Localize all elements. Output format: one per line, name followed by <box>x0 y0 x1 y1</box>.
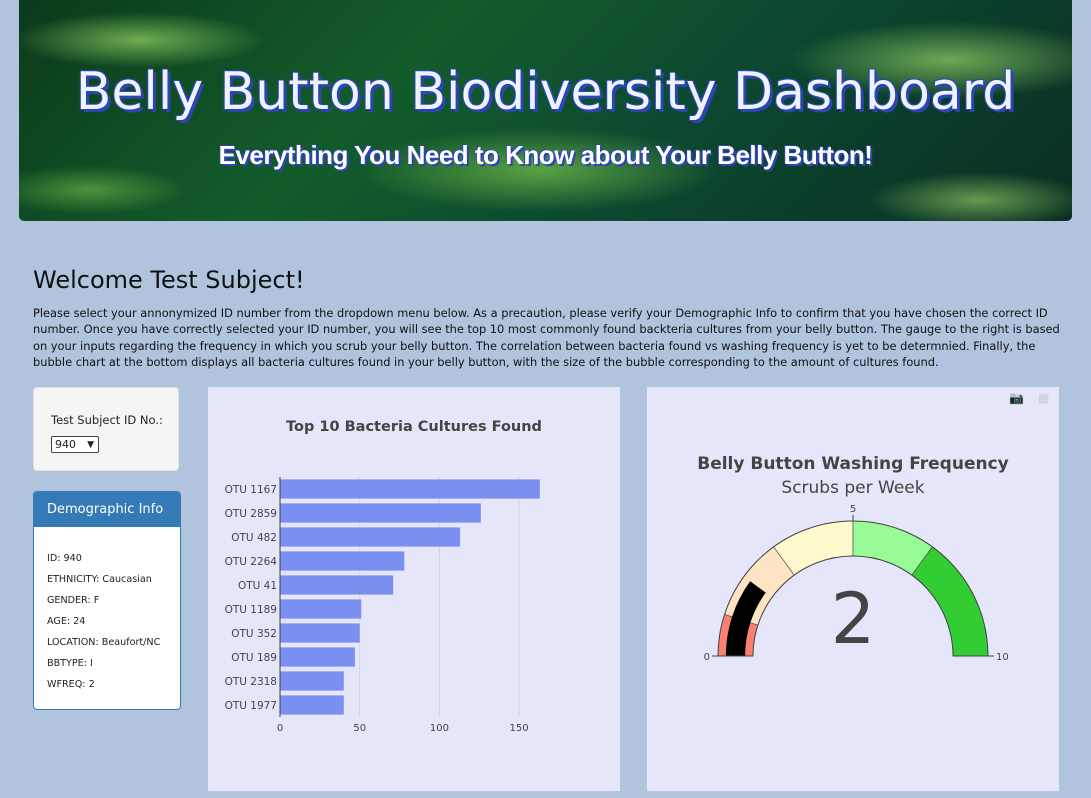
y-tick-label: OTU 2859 <box>225 508 277 520</box>
bar <box>280 503 481 523</box>
intro-paragraph: Please select your annonymized ID number… <box>33 306 1060 369</box>
chart-title: Top 10 Bacteria Cultures Found <box>286 419 542 435</box>
welcome-heading: Welcome Test Subject! <box>33 266 305 294</box>
camera-icon[interactable]: 📷 <box>1009 391 1024 405</box>
y-tick-label: OTU 41 <box>238 580 277 592</box>
bar <box>280 527 461 547</box>
gauge-tick-label: 5 <box>850 504 856 515</box>
demo-row-location: LOCATION: Beaufort/NC <box>47 637 161 648</box>
gauge-chart: Belly Button Washing Frequency Scrubs per… <box>697 454 1009 663</box>
bar <box>280 695 344 715</box>
x-tick-label: 50 <box>353 723 366 734</box>
bar <box>280 671 344 691</box>
demographic-info-heading: Demographic Info <box>34 492 180 527</box>
header-banner: Belly Button Biodiversity Dashboard Ever… <box>19 0 1072 221</box>
y-tick-label: OTU 1189 <box>225 604 277 616</box>
x-tick-label: 150 <box>510 723 529 734</box>
y-tick-label: OTU 482 <box>231 532 277 544</box>
bar <box>280 623 360 643</box>
demo-row-age: AGE: 24 <box>47 616 86 627</box>
selected-id-value: 940 <box>55 438 76 451</box>
dashboard-title: Belly Button Biodiversity Dashboard <box>75 62 1016 122</box>
demo-row-ethnicity: ETHNICITY: Caucasian <box>47 574 152 585</box>
x-tick-label: 0 <box>277 723 283 734</box>
subject-id-label: Test Subject ID No.: <box>51 413 163 427</box>
gauge-tick-label: 0 <box>704 652 710 663</box>
y-tick-label: OTU 2264 <box>225 556 278 568</box>
y-tick-label: OTU 352 <box>231 628 277 640</box>
bar-chart: Top 10 Bacteria Cultures Found 0 50 100 150 O… <box>225 419 542 734</box>
gauge-value: 2 <box>831 578 876 660</box>
gauge-tick-label: 10 <box>996 652 1009 663</box>
dashboard-subtitle: Everything You Need to Know about Your B… <box>218 140 873 170</box>
bar <box>280 575 394 595</box>
bar-chart-card: Top 10 Bacteria Cultures Found 0 50 100 150 O… <box>208 387 620 791</box>
subject-id-dropdown[interactable]: 940 ▼ <box>51 436 99 453</box>
bar <box>280 479 540 499</box>
gauge-subtitle: Scrubs per Week <box>781 478 924 498</box>
demographic-list: ID: 940 ETHNICITY: Caucasian GENDER: F A… <box>47 548 160 695</box>
demo-row-gender: GENDER: F <box>47 595 100 606</box>
y-tick-label: OTU 1977 <box>225 700 277 712</box>
x-tick-label: 100 <box>430 723 449 734</box>
bar <box>280 599 362 619</box>
demo-row-wfreq: WFREQ: 2 <box>47 679 95 690</box>
gauge-title: Belly Button Washing Frequency <box>697 454 1009 474</box>
y-tick-label: OTU 2318 <box>225 676 277 688</box>
demographic-info-panel: Demographic Info ID: 940 ETHNICITY: Cauc… <box>33 491 181 710</box>
bar <box>280 647 355 667</box>
demo-row-bbtype: BBTYPE: I <box>47 658 93 669</box>
demo-row-id: ID: 940 <box>47 553 82 564</box>
chevron-down-icon: ▼ <box>87 440 94 450</box>
plotly-logo-icon[interactable]: ▦ <box>1038 391 1049 405</box>
gauge-chart-card: 📷 ▦ Belly Button Washing Frequency Scrubs… <box>647 387 1059 791</box>
bar <box>280 551 405 571</box>
y-tick-label: OTU 1167 <box>225 484 277 496</box>
subject-selector-panel: Test Subject ID No.: 940 ▼ <box>33 387 179 471</box>
y-tick-label: OTU 189 <box>231 652 277 664</box>
